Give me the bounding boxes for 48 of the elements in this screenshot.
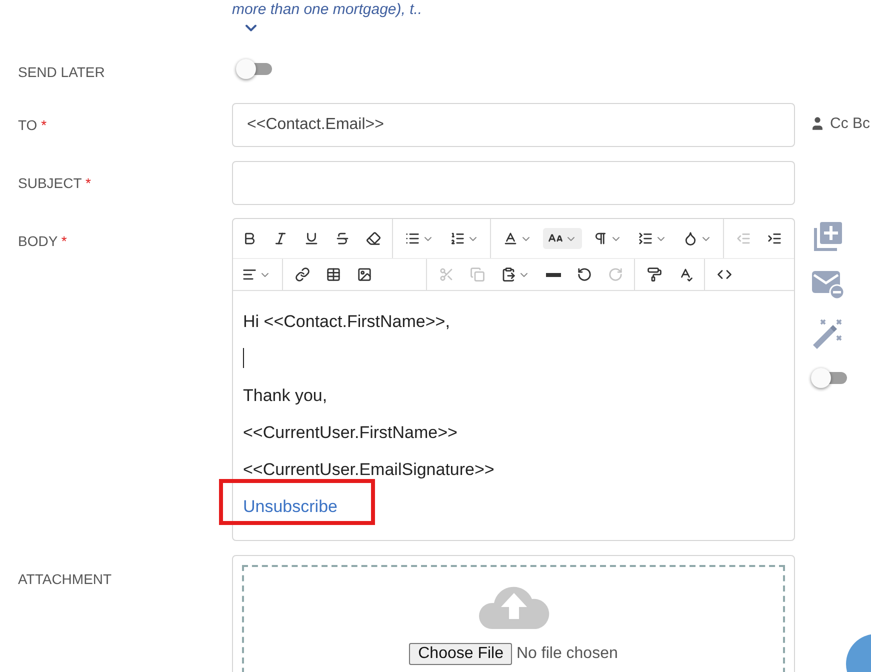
- link-icon: [295, 267, 310, 282]
- paragraph-icon: [593, 231, 608, 246]
- body-text: <<CurrentUser.EmailSignature>>: [243, 459, 494, 481]
- description-snippet: more than one mortgage), t..: [232, 1, 422, 19]
- toggle-switch[interactable]: [236, 59, 272, 79]
- toolbar-button[interactable]: [543, 228, 582, 249]
- text-cursor: [243, 348, 244, 368]
- bullets-icon: [405, 231, 420, 246]
- body-text: <<CurrentUser.FirstName>>: [243, 422, 458, 444]
- align-icon: [242, 267, 257, 282]
- copy-icon: [470, 267, 485, 282]
- file-status: No file chosen: [516, 645, 618, 663]
- undo-icon: [577, 267, 592, 282]
- redo-icon: [608, 267, 623, 282]
- required-asterisk: *: [85, 175, 91, 191]
- required-asterisk: *: [41, 117, 47, 133]
- painter-icon: [647, 267, 662, 282]
- field-label: SUBJECT *: [18, 174, 92, 191]
- underline-icon: [304, 231, 319, 246]
- indent-icon: [767, 231, 782, 246]
- italic-icon: [273, 231, 288, 246]
- numbers-icon: [450, 231, 465, 246]
- eraser-icon: [366, 231, 381, 246]
- body-text: Thank you,: [243, 385, 328, 407]
- input-field[interactable]: <<Contact.Email>>: [232, 103, 795, 147]
- field-label: TO *: [18, 116, 48, 133]
- image-icon: [357, 267, 372, 282]
- body-text: Hi <<Contact.FirstName>>,: [243, 311, 450, 333]
- field-label: BODY *: [18, 232, 68, 249]
- choose-file-button[interactable]: Choose File: [409, 643, 512, 665]
- cut-icon: [439, 267, 454, 282]
- bold-icon: [242, 231, 257, 246]
- required-asterisk: *: [61, 233, 67, 249]
- field-label: ATTACHMENT: [18, 570, 113, 587]
- font-icon: [503, 231, 518, 246]
- color-icon: [683, 231, 698, 246]
- toggle-switch[interactable]: [811, 368, 847, 388]
- table-icon: [326, 267, 341, 282]
- spell-icon: [678, 267, 693, 282]
- paste-icon: [501, 267, 516, 282]
- outdent-icon: [736, 231, 751, 246]
- field-label: SEND LATER: [18, 64, 106, 80]
- code-icon: [717, 267, 732, 282]
- line-height-icon: [638, 231, 653, 246]
- cc-bcc-link[interactable]: Cc Bc: [830, 115, 870, 132]
- input-field[interactable]: [232, 161, 795, 205]
- strike-icon: [335, 231, 350, 246]
- unsubscribe-link[interactable]: Unsubscribe: [243, 497, 338, 516]
